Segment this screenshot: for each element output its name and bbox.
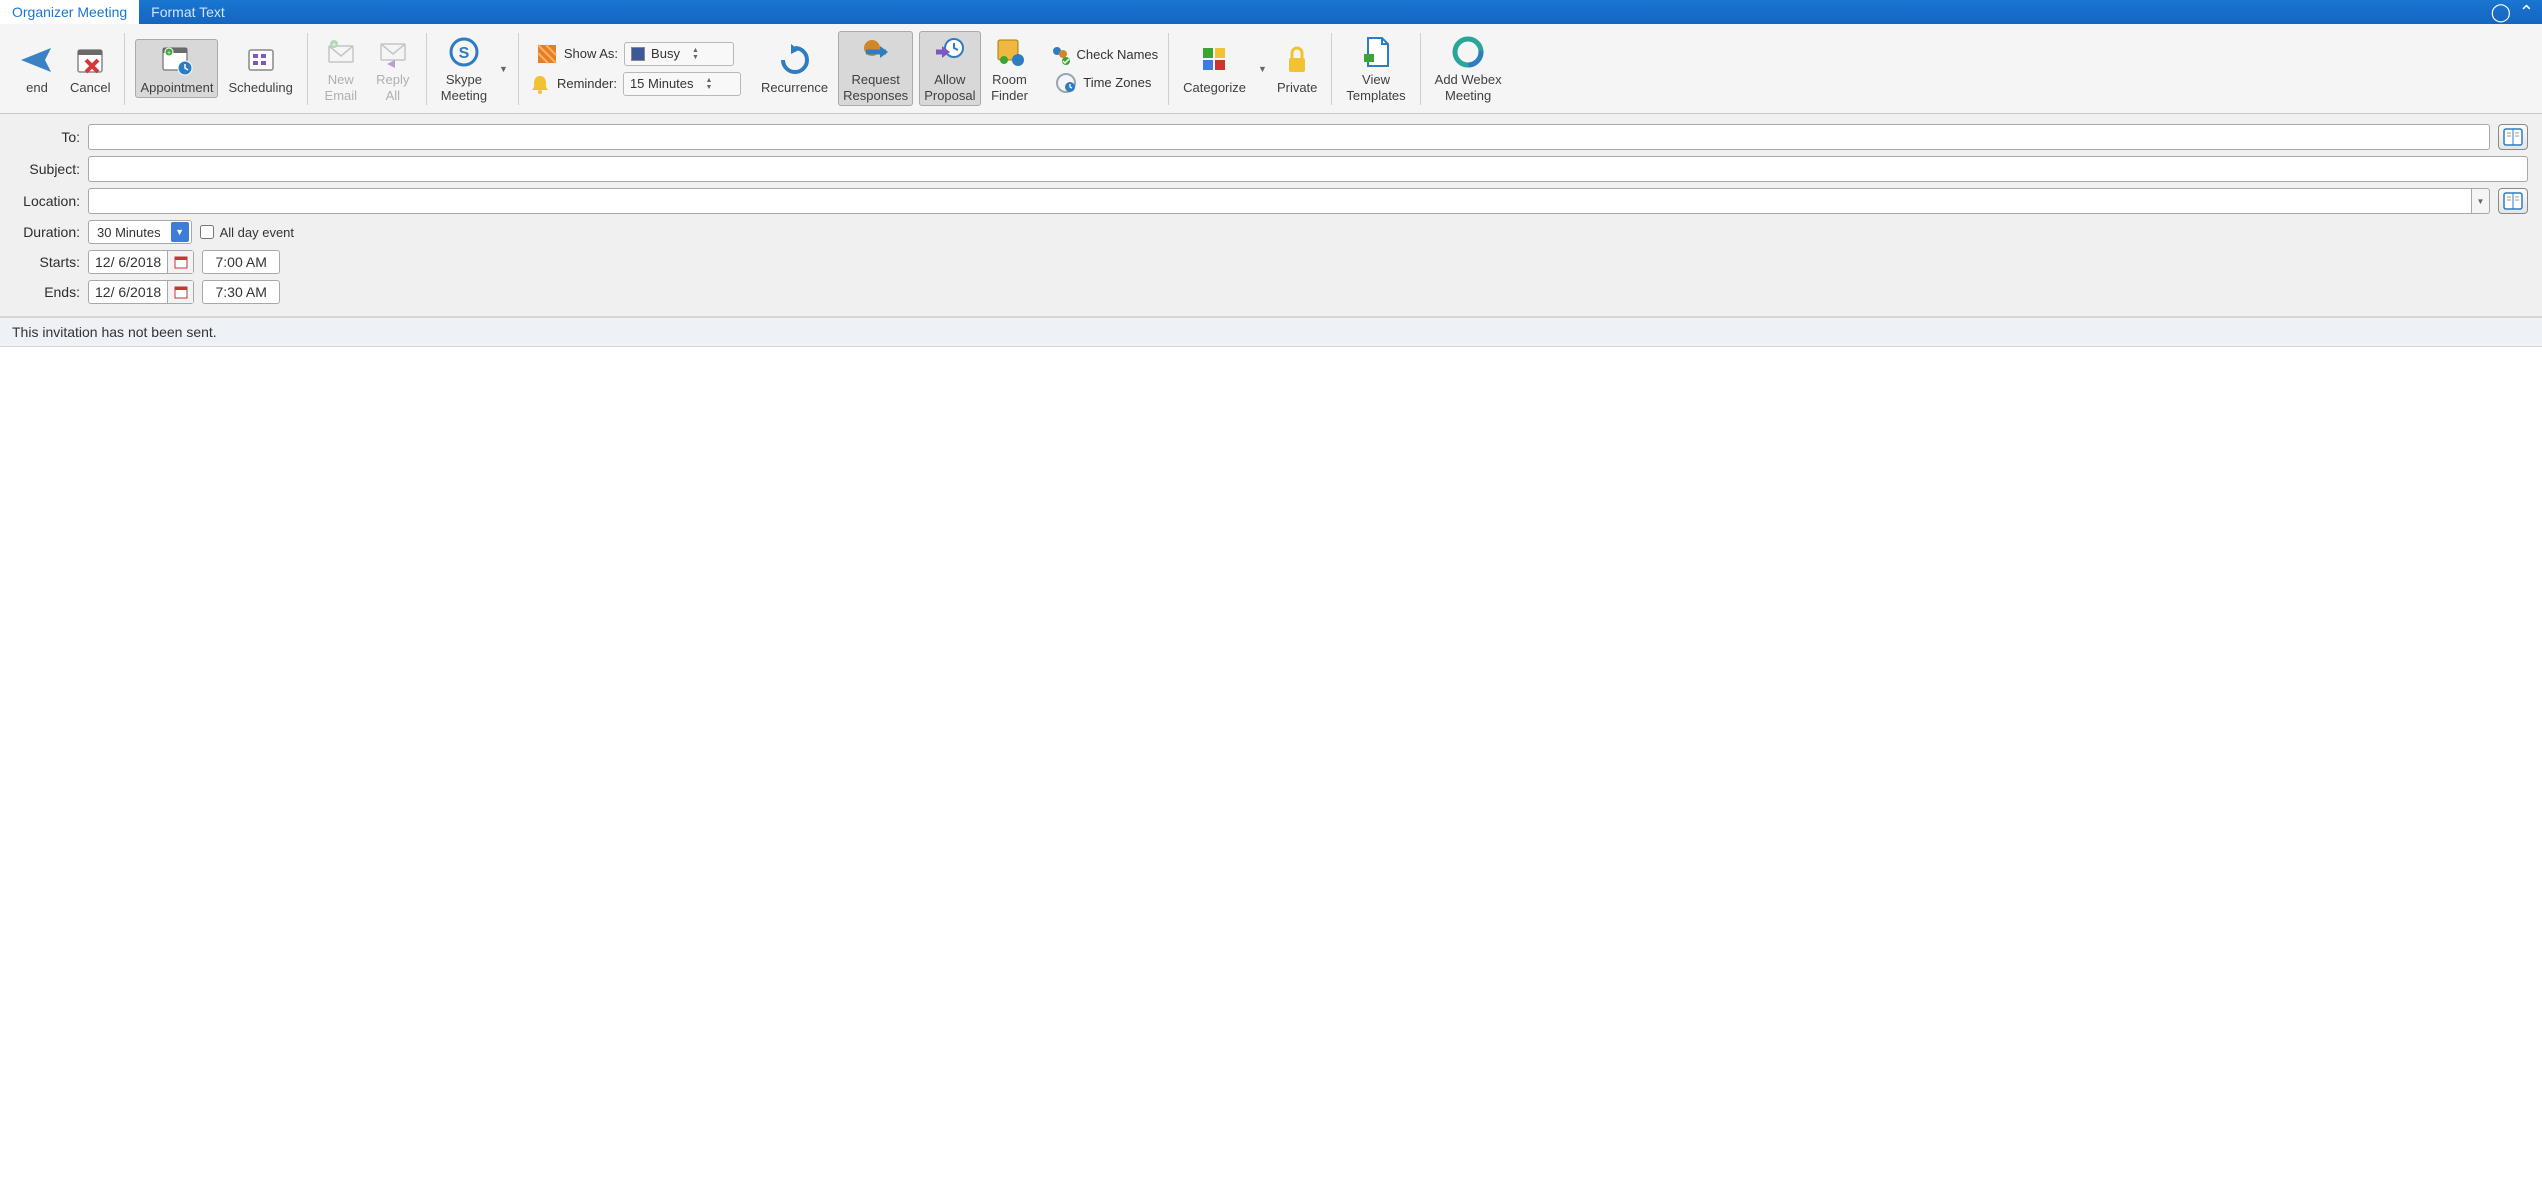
new-email-button: + New Email [318,32,364,105]
location-field[interactable] [88,188,2472,214]
show-as-select[interactable]: Busy ▲▼ [624,42,734,66]
address-book-button[interactable] [2498,124,2528,150]
categorize-icon [1197,42,1233,78]
room-book-button[interactable] [2498,188,2528,214]
ends-date-field[interactable]: 12/ 6/2018 [88,280,194,304]
ends-date-picker-button[interactable] [167,281,193,303]
calendar-icon [174,285,188,299]
all-day-input[interactable] [200,225,214,239]
request-responses-icon [858,34,894,70]
scheduling-button[interactable]: Scheduling [224,40,296,98]
location-label: Location: [14,193,80,209]
cancel-cal-icon [72,42,108,78]
duration-select[interactable]: 30 Minutes ▼ [88,220,192,244]
ends-time-field[interactable]: 7:30 AM [202,280,280,304]
room-finder-button[interactable]: Room Finder [987,32,1033,105]
reminder-select[interactable]: 15 Minutes ▲▼ [623,72,741,96]
duration-label: Duration: [14,224,80,240]
tab-format-text[interactable]: Format Text [139,0,237,24]
reply-all-button: Reply All [370,32,416,105]
address-book-icon [2503,128,2523,146]
svg-text:+: + [332,42,336,49]
recurrence-icon [777,42,813,78]
show-as-stepper[interactable]: ▲▼ [692,47,699,61]
send-icon [19,42,55,78]
svg-text:+: + [167,50,171,57]
subject-field[interactable] [88,156,2528,182]
chevron-down-icon: ▼ [2477,197,2485,206]
time-zones-icon [1055,72,1077,94]
address-book-icon [2503,192,2523,210]
lock-icon [1279,42,1315,78]
categorize-dropdown-icon[interactable]: ▼ [1258,64,1267,74]
skype-meeting-button[interactable]: S Skype Meeting [437,32,491,105]
duration-dropdown-icon[interactable]: ▼ [171,222,189,242]
tab-organizer-meeting[interactable]: Organizer Meeting [0,0,139,24]
webex-icon [1450,34,1486,70]
busy-swatch-icon [631,47,645,61]
subject-label: Subject: [14,161,80,177]
reply-all-icon [375,34,411,70]
cancel-button[interactable]: Cancel [66,40,114,98]
skype-icon: S [446,34,482,70]
ribbon: end Cancel + Appointment Scheduling + [0,24,2542,114]
new-email-icon: + [323,34,359,70]
appointment-icon: + [159,42,195,78]
to-field[interactable] [88,124,2490,150]
private-button[interactable]: Private [1273,40,1321,98]
starts-date-picker-button[interactable] [167,251,193,273]
allow-proposal-icon [932,34,968,70]
tab-bar: Organizer Meeting Format Text ◯ ⌃ [0,0,2542,24]
message-body[interactable] [0,347,2542,747]
starts-label: Starts: [14,254,80,270]
calendar-icon [174,255,188,269]
help-icon[interactable]: ◯ [2491,2,2511,23]
allow-proposal-button[interactable]: Allow Proposal [919,31,980,106]
ends-label: Ends: [14,284,80,300]
svg-text:S: S [459,45,470,62]
categorize-button[interactable]: Categorize [1179,40,1250,98]
reminder-bell-icon [529,73,551,95]
check-names-button[interactable]: Check Names [1049,44,1159,66]
all-day-checkbox[interactable]: All day event [200,225,294,240]
send-button[interactable]: end [14,40,60,98]
check-names-icon [1049,44,1071,66]
recurrence-button[interactable]: Recurrence [757,40,832,98]
starts-time-field[interactable]: 7:00 AM [202,250,280,274]
to-label: To: [14,129,80,145]
location-dropdown-button[interactable]: ▼ [2472,188,2490,214]
skype-dropdown-icon[interactable]: ▼ [499,64,508,74]
add-webex-button[interactable]: Add Webex Meeting [1431,32,1506,105]
templates-icon [1358,34,1394,70]
room-finder-icon [992,34,1028,70]
status-bar: This invitation has not been sent. [0,317,2542,347]
meeting-form: To: Subject: Location: ▼ Duration: 30 Mi… [0,114,2542,317]
request-responses-button[interactable]: Request Responses [838,31,913,106]
time-zones-button[interactable]: Time Zones [1055,72,1151,94]
scheduling-icon [243,42,279,78]
starts-date-field[interactable]: 12/ 6/2018 [88,250,194,274]
view-templates-button[interactable]: View Templates [1342,32,1409,105]
reminder-stepper[interactable]: ▲▼ [706,77,713,91]
reminder-label: Reminder: [557,76,617,91]
all-day-label: All day event [220,225,294,240]
collapse-ribbon-icon[interactable]: ⌃ [2519,2,2534,23]
show-as-icon [536,43,558,65]
appointment-button[interactable]: + Appointment [135,39,218,99]
show-as-label: Show As: [564,46,618,61]
